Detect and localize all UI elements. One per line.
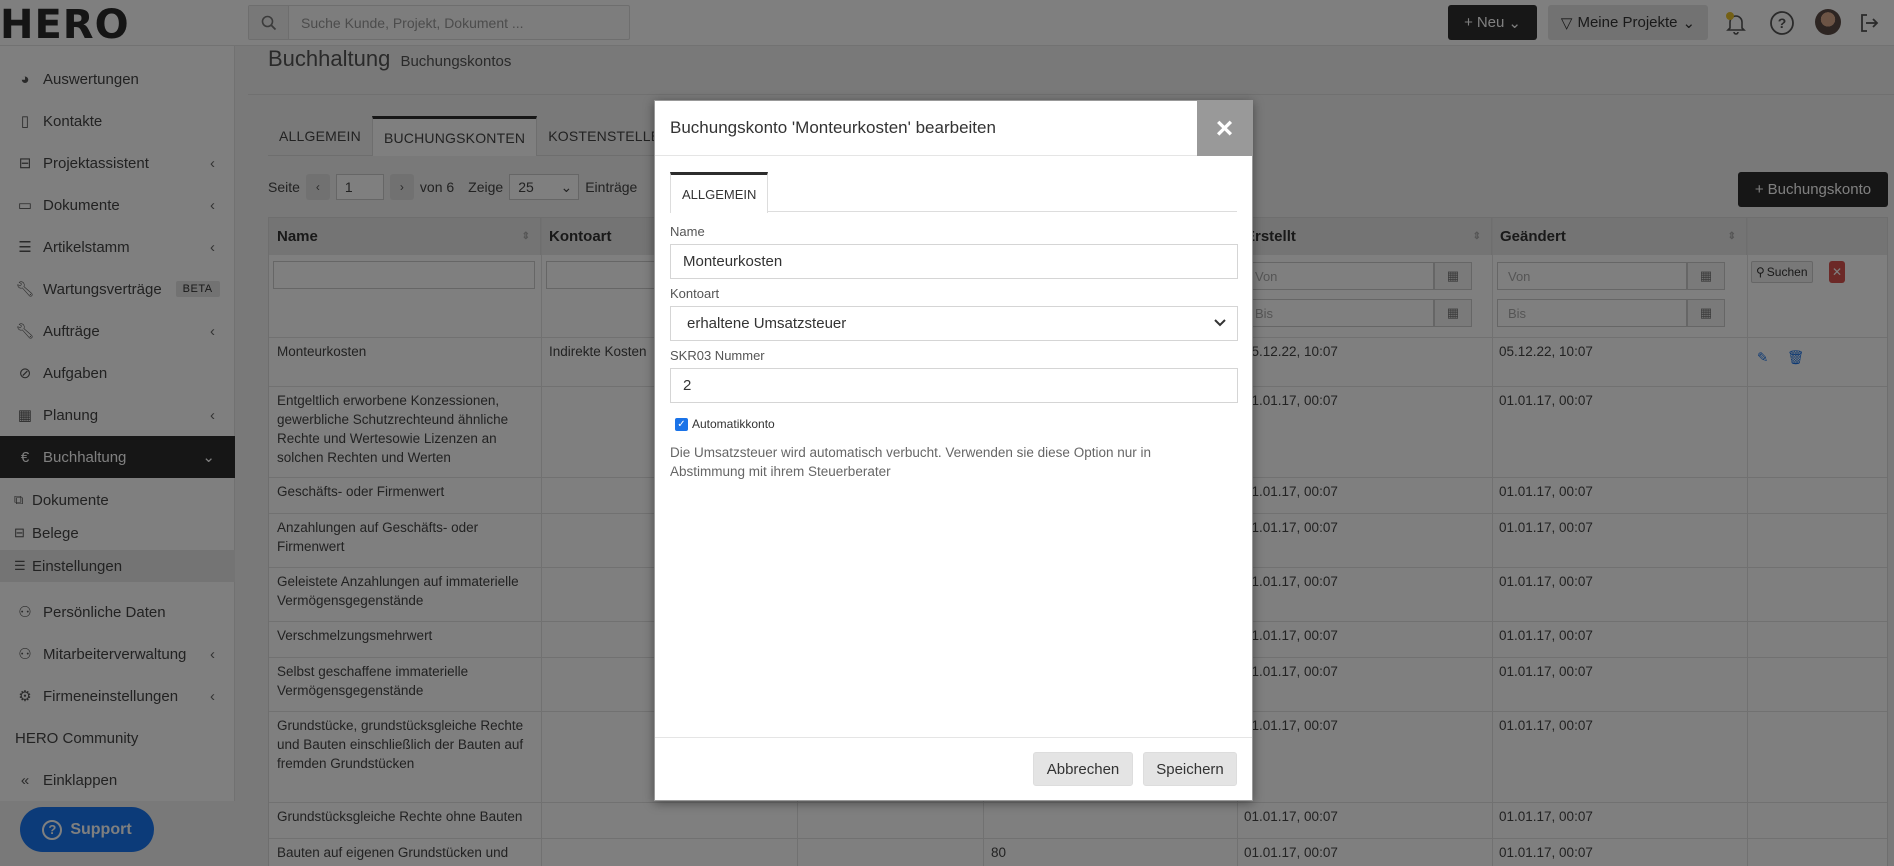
save-button[interactable]: Speichern: [1143, 752, 1237, 786]
automatikkonto-checkbox[interactable]: ✓: [675, 417, 688, 431]
close-button[interactable]: ×: [1197, 101, 1252, 156]
modal-title: Buchungskonto 'Monteurkosten' bearbeiten: [670, 118, 996, 137]
modal-tab-bar: ALLGEMEIN: [670, 172, 1237, 213]
automatikkonto-label: Automatikkonto: [692, 417, 775, 431]
kontoart-select[interactable]: erhaltene Umsatzsteuer: [670, 306, 1238, 341]
modal-tab-allgemein[interactable]: ALLGEMEIN: [670, 172, 769, 213]
name-label: Name: [670, 224, 705, 239]
modal-header: Buchungskonto 'Monteurkosten' bearbeiten…: [655, 101, 1252, 156]
modal-footer-divider: [655, 737, 1252, 738]
chevron-down-icon: [1213, 315, 1227, 332]
kontoart-value: erhaltene Umsatzsteuer: [687, 315, 847, 332]
help-text: Die Umsatzsteuer wird automatisch verbuc…: [670, 445, 1151, 479]
edit-account-modal: Buchungskonto 'Monteurkosten' bearbeiten…: [654, 100, 1253, 801]
close-icon: ×: [1215, 111, 1234, 145]
skr03-number-field[interactable]: 2: [670, 368, 1238, 403]
skr03-label: SKR03 Nummer: [670, 348, 765, 363]
kontoart-label: Kontoart: [670, 286, 720, 301]
automatikkonto-checkbox-row: ✓ Automatikkonto: [675, 417, 775, 431]
name-field[interactable]: Monteurkosten: [670, 244, 1238, 279]
cancel-button[interactable]: Abbrechen: [1033, 752, 1133, 786]
